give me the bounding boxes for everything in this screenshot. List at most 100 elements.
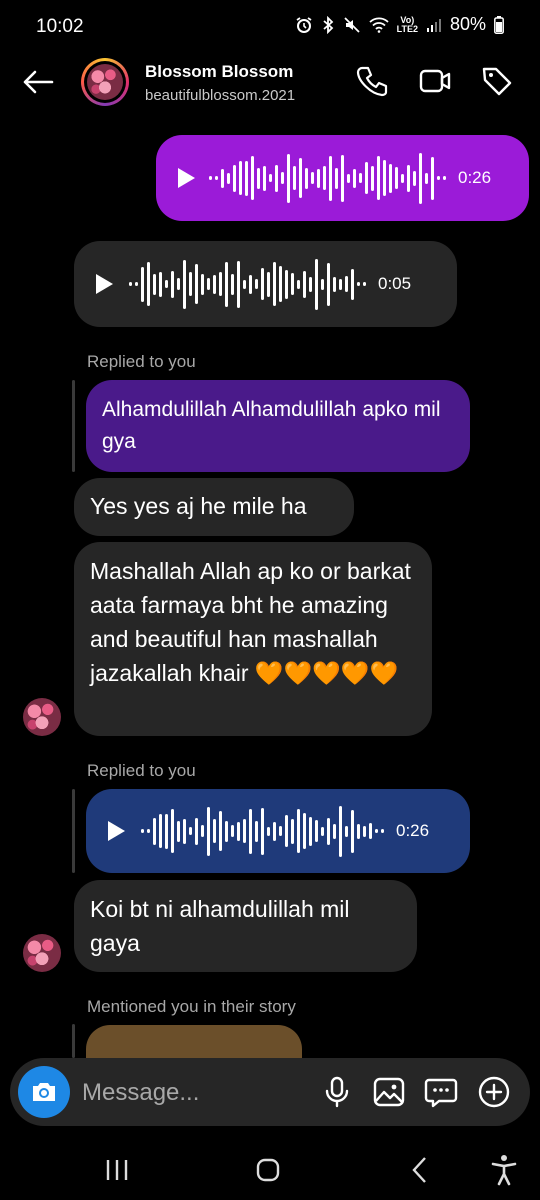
waveform-bar (407, 164, 410, 192)
sender-avatar[interactable] (23, 698, 61, 736)
accessibility-icon[interactable] (484, 1152, 524, 1188)
waveform-bar (165, 813, 168, 849)
sent-voice-message[interactable]: 0:26 (156, 135, 529, 221)
waveform-bar (315, 820, 318, 842)
waveform-bar (419, 152, 422, 204)
message-input[interactable] (80, 1072, 304, 1114)
replied-message-quote[interactable]: Alhamdulillah Alhamdulillah apko mil gya (86, 380, 470, 472)
waveform-bar (257, 167, 260, 189)
waveform-bar (251, 156, 254, 200)
waveform-bar (141, 829, 144, 833)
waveform-bar (275, 164, 278, 192)
waveform-bar (189, 272, 192, 296)
waveform-bar (327, 262, 330, 306)
signal-icon (426, 18, 441, 32)
waveform-bar (263, 165, 266, 191)
gallery-icon[interactable] (371, 1074, 407, 1110)
camera-button[interactable] (18, 1066, 70, 1118)
waveform-bar (311, 172, 314, 184)
waveform-bar (249, 274, 252, 294)
waveform-bar (347, 173, 350, 183)
reply-line (72, 380, 75, 472)
profile-avatar[interactable] (81, 58, 129, 106)
waveform-bar (245, 160, 248, 196)
message-composer (10, 1058, 530, 1126)
sticker-icon[interactable] (423, 1074, 459, 1110)
waveform-bar (389, 163, 392, 193)
recents-icon[interactable] (97, 1152, 137, 1188)
contact-name[interactable]: Blossom Blossom (145, 62, 293, 82)
waveform-bar (159, 814, 162, 848)
home-icon[interactable] (248, 1152, 288, 1188)
waveform-bar (381, 829, 384, 833)
waveform-bar (279, 266, 282, 302)
waveform-bar (183, 259, 186, 309)
waveform (209, 152, 446, 204)
plus-icon[interactable] (476, 1074, 512, 1110)
waveform-bar (215, 176, 218, 180)
waveform-bar (279, 826, 282, 836)
sender-avatar[interactable] (23, 934, 61, 972)
waveform-bar (299, 158, 302, 198)
waveform-bar (383, 160, 386, 196)
play-icon[interactable] (108, 821, 125, 841)
phone-icon[interactable] (354, 64, 388, 98)
waveform-bar (303, 813, 306, 849)
voice-duration: 0:05 (378, 274, 412, 293)
waveform-bar (129, 282, 132, 286)
waveform-bar (291, 273, 294, 295)
waveform-bar (317, 168, 320, 188)
message-text: Yes yes aj he mile ha (90, 493, 307, 519)
waveform-bar (333, 276, 336, 292)
waveform-bar (345, 276, 348, 292)
waveform-bar (357, 823, 360, 839)
received-text-message[interactable]: Yes yes aj he mile ha (74, 478, 354, 536)
waveform-bar (309, 276, 312, 292)
waveform-bar (363, 282, 366, 286)
waveform-bar (219, 272, 222, 296)
waveform-bar (353, 168, 356, 188)
contact-username[interactable]: beautifulblossom.2021 (145, 87, 295, 104)
waveform-bar (213, 274, 216, 294)
back-arrow-icon[interactable] (20, 64, 56, 100)
back-icon[interactable] (400, 1152, 440, 1188)
camera-icon (33, 1083, 55, 1101)
voice-duration: 0:26 (458, 168, 492, 187)
received-text-message[interactable]: Koi bt ni alhamdulillah mil gaya (74, 880, 417, 972)
waveform-bar (369, 823, 372, 839)
play-icon[interactable] (178, 168, 195, 188)
waveform (141, 805, 384, 857)
waveform-bar (363, 825, 366, 837)
waveform-bar (249, 808, 252, 854)
waveform-bar (401, 173, 404, 183)
waveform-bar (267, 271, 270, 297)
replied-voice-message[interactable]: 0:26 (86, 789, 470, 873)
received-text-message[interactable]: Mashallah Allah ap ko or barkat aata far… (74, 542, 432, 736)
waveform-bar (329, 155, 332, 201)
waveform-bar (237, 821, 240, 841)
waveform-bar (321, 278, 324, 290)
video-icon[interactable] (418, 64, 452, 98)
waveform-bar (165, 280, 168, 288)
waveform-bar (351, 268, 354, 300)
waveform-bar (233, 164, 236, 192)
tag-icon[interactable] (480, 64, 514, 98)
waveform-bar (365, 162, 368, 194)
waveform-bar (171, 270, 174, 298)
waveform-bar (351, 809, 354, 853)
bluetooth-icon (323, 15, 333, 34)
waveform-bar (255, 820, 258, 842)
alarm-icon (296, 16, 312, 33)
play-icon[interactable] (96, 274, 113, 294)
received-voice-message[interactable]: 0:05 (74, 241, 457, 327)
waveform-bar (303, 270, 306, 298)
waveform-bar (183, 818, 186, 844)
mic-icon[interactable] (319, 1074, 355, 1110)
waveform-bar (285, 815, 288, 847)
status-time: 10:02 (36, 16, 84, 37)
waveform-bar (315, 258, 318, 310)
waveform-bar (413, 170, 416, 186)
waveform-bar (261, 807, 264, 855)
waveform-bar (201, 825, 204, 837)
waveform-bar (243, 279, 246, 289)
